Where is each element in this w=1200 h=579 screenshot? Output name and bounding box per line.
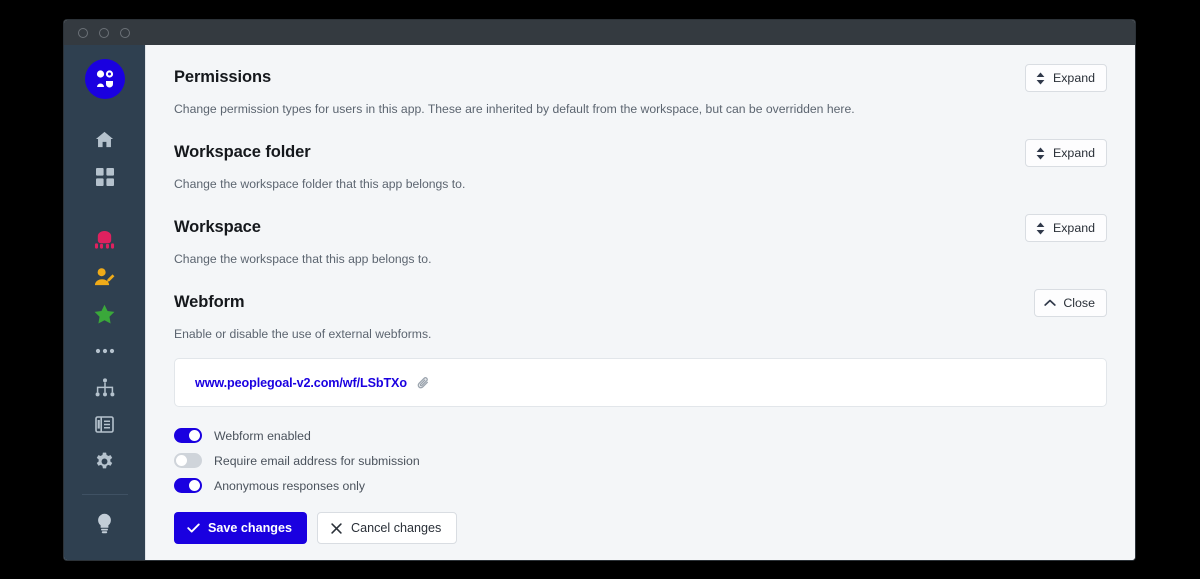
webform-actions: Save changes Cancel changes: [174, 512, 1107, 544]
webform-toggle-list: Webform enabled Require email address fo…: [174, 423, 1107, 498]
window-titlebar: [64, 20, 1135, 45]
button-label: Expand: [1052, 146, 1095, 160]
window-body: Permissions Expand Change permission typ…: [64, 45, 1135, 560]
toggle-label: Anonymous responses only: [214, 478, 366, 493]
section-description: Change permission types for users in thi…: [174, 102, 855, 116]
toggle-row: Require email address for submission: [174, 448, 1107, 473]
section-title: Permissions: [174, 68, 272, 86]
sidebar-item-tips[interactable]: [85, 505, 125, 542]
webform-url-card: www.peoplegoal-v2.com/wf/LSbTXo: [174, 358, 1107, 407]
screen-root: Permissions Expand Change permission typ…: [0, 0, 1200, 579]
workspace-expand-button[interactable]: Expand: [1024, 214, 1107, 242]
sidebar-item-apps[interactable]: [85, 158, 125, 195]
sidebar-item-favorites[interactable]: [85, 295, 125, 332]
sidebar-item-org-chart[interactable]: [85, 369, 125, 406]
section-description: Enable or disable the use of external we…: [174, 327, 432, 341]
save-changes-button[interactable]: Save changes: [174, 512, 308, 544]
button-label: Expand: [1052, 221, 1095, 235]
toggle-webform-enabled[interactable]: [174, 428, 202, 443]
section-title: Workspace folder: [174, 143, 311, 161]
cancel-changes-button[interactable]: Cancel changes: [317, 512, 458, 544]
section-header: Workspace folder Expand: [174, 139, 1107, 167]
section-header: Workspace Expand: [174, 214, 1107, 242]
button-label: Expand: [1052, 71, 1095, 85]
toggle-knob: [189, 480, 200, 491]
section-title: Workspace: [174, 218, 261, 236]
permissions-expand-button[interactable]: Expand: [1024, 64, 1107, 92]
settings-panel: Permissions Expand Change permission typ…: [145, 45, 1135, 560]
section-header: Webform Close: [174, 289, 1107, 317]
button-label: Close: [1063, 296, 1095, 310]
toggle-row: Anonymous responses only: [174, 473, 1107, 498]
section-permissions: Permissions Expand Change permission typ…: [174, 64, 1107, 117]
section-workspace: Workspace Expand Change the workspace th…: [174, 214, 1107, 267]
minimize-window-button[interactable]: [99, 27, 109, 38]
app-window: Permissions Expand Change permission typ…: [64, 20, 1135, 560]
chevron-up-icon: [1044, 299, 1056, 306]
close-window-button[interactable]: [78, 27, 88, 38]
check-icon: [187, 523, 200, 533]
section-title: Webform: [174, 293, 245, 311]
webform-close-button[interactable]: Close: [1034, 289, 1107, 317]
webform-url-link[interactable]: www.peoplegoal-v2.com/wf/LSbTXo: [195, 376, 407, 390]
sidebar-item-home[interactable]: [85, 121, 125, 158]
toggle-require-email[interactable]: [174, 453, 202, 468]
sidebar-item-reports[interactable]: [85, 406, 125, 443]
toggle-label: Require email address for submission: [214, 453, 420, 468]
section-webform: Webform Close Enable or disable the use …: [174, 289, 1107, 544]
section-workspace-folder: Workspace folder Expand Change the works…: [174, 139, 1107, 192]
close-x-icon: [331, 522, 342, 534]
sidebar-item-more[interactable]: [85, 332, 125, 369]
sidebar-item-profile-edit[interactable]: [85, 258, 125, 295]
sidebar-divider: [81, 494, 128, 495]
sidebar-item-bot[interactable]: [85, 221, 125, 258]
toggle-anonymous-responses[interactable]: [174, 478, 202, 493]
chevron-updown-icon: [1036, 72, 1045, 84]
toggle-knob: [176, 455, 187, 466]
peoplegoal-logo-icon[interactable]: [84, 59, 125, 99]
maximize-window-button[interactable]: [120, 27, 130, 38]
button-label: Save changes: [208, 521, 293, 535]
toggle-knob: [189, 430, 200, 441]
sidebar: [64, 45, 145, 560]
toggle-label: Webform enabled: [214, 428, 311, 443]
sidebar-item-settings[interactable]: [85, 443, 125, 480]
button-label: Cancel changes: [351, 521, 442, 535]
section-description: Change the workspace that this app belon…: [174, 252, 432, 266]
paperclip-icon[interactable]: [417, 376, 431, 390]
section-header: Permissions Expand: [174, 64, 1107, 92]
section-description: Change the workspace folder that this ap…: [174, 177, 466, 191]
toggle-row: Webform enabled: [174, 423, 1107, 448]
chevron-updown-icon: [1036, 147, 1045, 159]
workspace-folder-expand-button[interactable]: Expand: [1024, 139, 1107, 167]
chevron-updown-icon: [1036, 222, 1045, 234]
